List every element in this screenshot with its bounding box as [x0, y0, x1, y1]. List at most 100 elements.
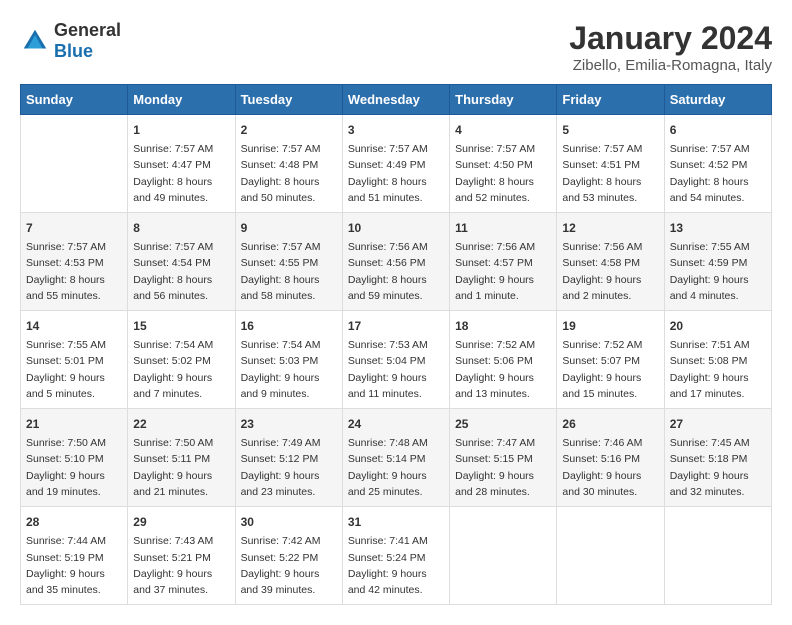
- day-info: Sunrise: 7:57 AMSunset: 4:55 PMDaylight:…: [241, 239, 337, 304]
- day-number: 17: [348, 317, 444, 335]
- day-info: Sunrise: 7:57 AMSunset: 4:54 PMDaylight:…: [133, 239, 229, 304]
- day-number: 26: [562, 415, 658, 433]
- day-info: Sunrise: 7:57 AMSunset: 4:49 PMDaylight:…: [348, 141, 444, 206]
- logo-general: General: [54, 20, 121, 40]
- day-number: 12: [562, 219, 658, 237]
- day-info: Sunrise: 7:52 AMSunset: 5:06 PMDaylight:…: [455, 337, 551, 402]
- day-number: 28: [26, 513, 122, 531]
- calendar-cell: 24Sunrise: 7:48 AMSunset: 5:14 PMDayligh…: [342, 409, 449, 507]
- calendar-cell: 12 Sunrise: 7:56 AMSunset: 4:58 PMDayligh…: [557, 213, 664, 311]
- calendar-table: SundayMondayTuesdayWednesdayThursdayFrid…: [20, 84, 772, 605]
- day-number: 19: [562, 317, 658, 335]
- day-number: 10: [348, 219, 444, 237]
- day-number: 11: [455, 219, 551, 237]
- day-number: 2: [241, 121, 337, 139]
- calendar-cell: 17 Sunrise: 7:53 AMSunset: 5:04 PMDayligh…: [342, 311, 449, 409]
- weekday-header: Saturday: [664, 85, 771, 115]
- calendar-cell: 25 Sunrise: 7:47 AMSunset: 5:15 PMDayligh…: [450, 409, 557, 507]
- day-number: 7: [26, 219, 122, 237]
- page-subtitle: Zibello, Emilia-Romagna, Italy: [569, 57, 772, 74]
- day-info: Sunrise: 7:42 AMSunset: 5:22 PMDaylight:…: [241, 533, 337, 598]
- calendar-cell: 7 Sunrise: 7:57 AMSunset: 4:53 PMDaylight…: [21, 213, 128, 311]
- calendar-cell: 10 Sunrise: 7:56 AMSunset: 4:56 PMDayligh…: [342, 213, 449, 311]
- day-info: Sunrise: 7:53 AMSunset: 5:04 PMDaylight:…: [348, 337, 444, 402]
- calendar-week-row: 14Sunrise: 7:55 AMSunset: 5:01 PMDayligh…: [21, 311, 772, 409]
- day-info: Sunrise: 7:56 AMSunset: 4:56 PMDaylight:…: [348, 239, 444, 304]
- calendar-cell: 6Sunrise: 7:57 AMSunset: 4:52 PMDaylight…: [664, 115, 771, 213]
- header: General Blue January 2024 Zibello, Emili…: [20, 20, 772, 74]
- day-info: Sunrise: 7:57 AMSunset: 4:47 PMDaylight:…: [133, 141, 229, 206]
- day-number: 18: [455, 317, 551, 335]
- calendar-week-row: 7 Sunrise: 7:57 AMSunset: 4:53 PMDaylight…: [21, 213, 772, 311]
- calendar-header: SundayMondayTuesdayWednesdayThursdayFrid…: [21, 85, 772, 115]
- calendar-cell: [664, 507, 771, 605]
- day-info: Sunrise: 7:57 AMSunset: 4:53 PMDaylight:…: [26, 239, 122, 304]
- calendar-body: 1 Sunrise: 7:57 AMSunset: 4:47 PMDaylight…: [21, 115, 772, 605]
- day-info: Sunrise: 7:43 AMSunset: 5:21 PMDaylight:…: [133, 533, 229, 598]
- logo-text: General Blue: [54, 20, 121, 62]
- day-number: 23: [241, 415, 337, 433]
- calendar-cell: 4Sunrise: 7:57 AMSunset: 4:50 PMDaylight…: [450, 115, 557, 213]
- weekday-header: Thursday: [450, 85, 557, 115]
- calendar-cell: [450, 507, 557, 605]
- day-number: 22: [133, 415, 229, 433]
- day-info: Sunrise: 7:56 AMSunset: 4:57 PMDaylight:…: [455, 239, 551, 304]
- day-info: Sunrise: 7:51 AMSunset: 5:08 PMDaylight:…: [670, 337, 766, 402]
- day-number: 9: [241, 219, 337, 237]
- day-number: 5: [562, 121, 658, 139]
- calendar-cell: 29 Sunrise: 7:43 AMSunset: 5:21 PMDayligh…: [128, 507, 235, 605]
- logo: General Blue: [20, 20, 121, 62]
- day-number: 3: [348, 121, 444, 139]
- calendar-cell: 11 Sunrise: 7:56 AMSunset: 4:57 PMDayligh…: [450, 213, 557, 311]
- day-info: Sunrise: 7:57 AMSunset: 4:51 PMDaylight:…: [562, 141, 658, 206]
- calendar-week-row: 21 Sunrise: 7:50 AMSunset: 5:10 PMDayligh…: [21, 409, 772, 507]
- logo-icon: [20, 26, 50, 56]
- day-number: 8: [133, 219, 229, 237]
- calendar-cell: 2 Sunrise: 7:57 AMSunset: 4:48 PMDaylight…: [235, 115, 342, 213]
- calendar-cell: 23 Sunrise: 7:49 AMSunset: 5:12 PMDayligh…: [235, 409, 342, 507]
- calendar-cell: 16Sunrise: 7:54 AMSunset: 5:03 PMDayligh…: [235, 311, 342, 409]
- weekday-header: Sunday: [21, 85, 128, 115]
- calendar-cell: [21, 115, 128, 213]
- day-info: Sunrise: 7:57 AMSunset: 4:48 PMDaylight:…: [241, 141, 337, 206]
- logo-blue: Blue: [54, 41, 93, 61]
- calendar-cell: 18 Sunrise: 7:52 AMSunset: 5:06 PMDayligh…: [450, 311, 557, 409]
- day-info: Sunrise: 7:57 AMSunset: 4:50 PMDaylight:…: [455, 141, 551, 206]
- day-number: 1: [133, 121, 229, 139]
- day-number: 27: [670, 415, 766, 433]
- day-number: 14: [26, 317, 122, 335]
- calendar-cell: 20 Sunrise: 7:51 AMSunset: 5:08 PMDayligh…: [664, 311, 771, 409]
- calendar-cell: 21 Sunrise: 7:50 AMSunset: 5:10 PMDayligh…: [21, 409, 128, 507]
- day-number: 21: [26, 415, 122, 433]
- day-info: Sunrise: 7:52 AMSunset: 5:07 PMDaylight:…: [562, 337, 658, 402]
- day-info: Sunrise: 7:50 AMSunset: 5:10 PMDaylight:…: [26, 435, 122, 500]
- day-number: 24: [348, 415, 444, 433]
- day-info: Sunrise: 7:56 AMSunset: 4:58 PMDaylight:…: [562, 239, 658, 304]
- weekday-header: Wednesday: [342, 85, 449, 115]
- calendar-cell: 30Sunrise: 7:42 AMSunset: 5:22 PMDayligh…: [235, 507, 342, 605]
- day-info: Sunrise: 7:50 AMSunset: 5:11 PMDaylight:…: [133, 435, 229, 500]
- calendar-cell: 1 Sunrise: 7:57 AMSunset: 4:47 PMDaylight…: [128, 115, 235, 213]
- day-info: Sunrise: 7:47 AMSunset: 5:15 PMDaylight:…: [455, 435, 551, 500]
- day-info: Sunrise: 7:45 AMSunset: 5:18 PMDaylight:…: [670, 435, 766, 500]
- day-number: 20: [670, 317, 766, 335]
- calendar-week-row: 28Sunrise: 7:44 AMSunset: 5:19 PMDayligh…: [21, 507, 772, 605]
- title-area: January 2024 Zibello, Emilia-Romagna, It…: [569, 20, 772, 74]
- calendar-cell: 19 Sunrise: 7:52 AMSunset: 5:07 PMDayligh…: [557, 311, 664, 409]
- day-number: 15: [133, 317, 229, 335]
- day-info: Sunrise: 7:46 AMSunset: 5:16 PMDaylight:…: [562, 435, 658, 500]
- day-info: Sunrise: 7:55 AMSunset: 4:59 PMDaylight:…: [670, 239, 766, 304]
- calendar-cell: 15Sunrise: 7:54 AMSunset: 5:02 PMDayligh…: [128, 311, 235, 409]
- day-number: 25: [455, 415, 551, 433]
- day-info: Sunrise: 7:41 AMSunset: 5:24 PMDaylight:…: [348, 533, 444, 598]
- calendar-cell: 9 Sunrise: 7:57 AMSunset: 4:55 PMDaylight…: [235, 213, 342, 311]
- day-number: 29: [133, 513, 229, 531]
- day-number: 13: [670, 219, 766, 237]
- calendar-cell: 31Sunrise: 7:41 AMSunset: 5:24 PMDayligh…: [342, 507, 449, 605]
- calendar-cell: 14Sunrise: 7:55 AMSunset: 5:01 PMDayligh…: [21, 311, 128, 409]
- day-info: Sunrise: 7:49 AMSunset: 5:12 PMDaylight:…: [241, 435, 337, 500]
- calendar-cell: 27 Sunrise: 7:45 AMSunset: 5:18 PMDayligh…: [664, 409, 771, 507]
- calendar-cell: 8 Sunrise: 7:57 AMSunset: 4:54 PMDaylight…: [128, 213, 235, 311]
- day-info: Sunrise: 7:54 AMSunset: 5:03 PMDaylight:…: [241, 337, 337, 402]
- weekday-header: Friday: [557, 85, 664, 115]
